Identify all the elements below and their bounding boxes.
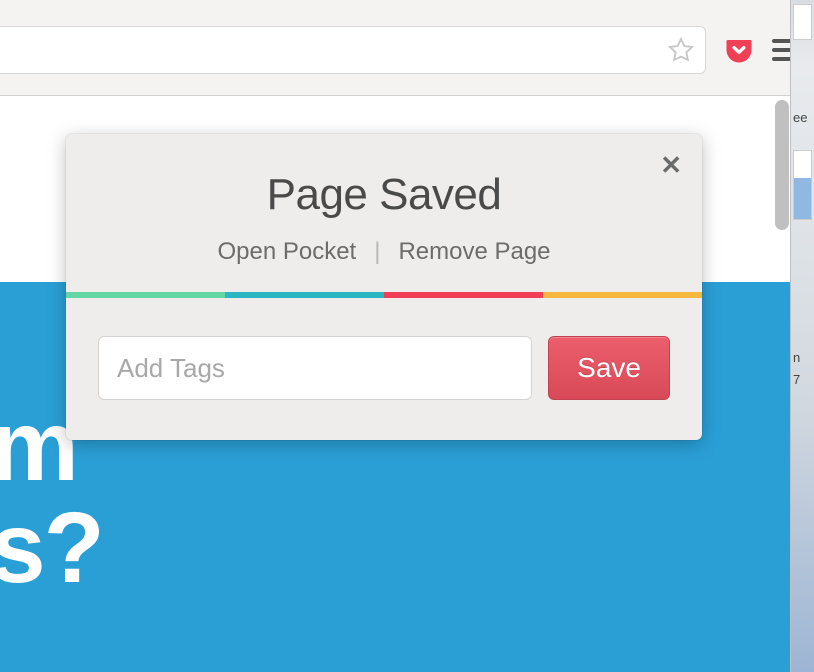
strip-text-fragment: ee — [793, 110, 807, 125]
address-bar[interactable] — [0, 26, 706, 74]
bookmark-star-icon[interactable] — [667, 36, 695, 64]
popup-title: Page Saved — [94, 170, 674, 220]
strip-text-fragment: n — [793, 350, 800, 365]
open-pocket-link[interactable]: Open Pocket — [217, 238, 356, 266]
tags-input[interactable] — [98, 336, 532, 400]
desktop-side-strip: ee n 7 — [790, 0, 814, 672]
remove-page-link[interactable]: Remove Page — [398, 238, 550, 266]
pocket-extension-icon[interactable] — [722, 33, 756, 67]
color-segment-green — [66, 292, 225, 298]
save-button[interactable]: Save — [548, 336, 670, 400]
toolbar-row — [0, 26, 814, 74]
popup-footer: Save — [66, 298, 702, 440]
color-segment-red — [384, 292, 543, 298]
color-segment-teal — [225, 292, 384, 298]
strip-text-fragment: 7 — [793, 372, 800, 387]
thumbnail — [793, 150, 812, 220]
brand-color-bar — [66, 292, 702, 298]
browser-toolbar — [0, 0, 814, 96]
hero-text-fragment: s? — [0, 496, 103, 601]
thumbnail — [793, 4, 812, 40]
popup-actions: Open Pocket | Remove Page — [94, 238, 674, 266]
pocket-saved-popup: ✕ Page Saved Open Pocket | Remove Page S… — [66, 134, 702, 440]
link-separator: | — [374, 238, 380, 266]
color-segment-amber — [543, 292, 702, 298]
popup-header: ✕ Page Saved Open Pocket | Remove Page — [66, 134, 702, 292]
scrollbar-thumb[interactable] — [775, 100, 789, 230]
close-icon[interactable]: ✕ — [660, 152, 682, 178]
